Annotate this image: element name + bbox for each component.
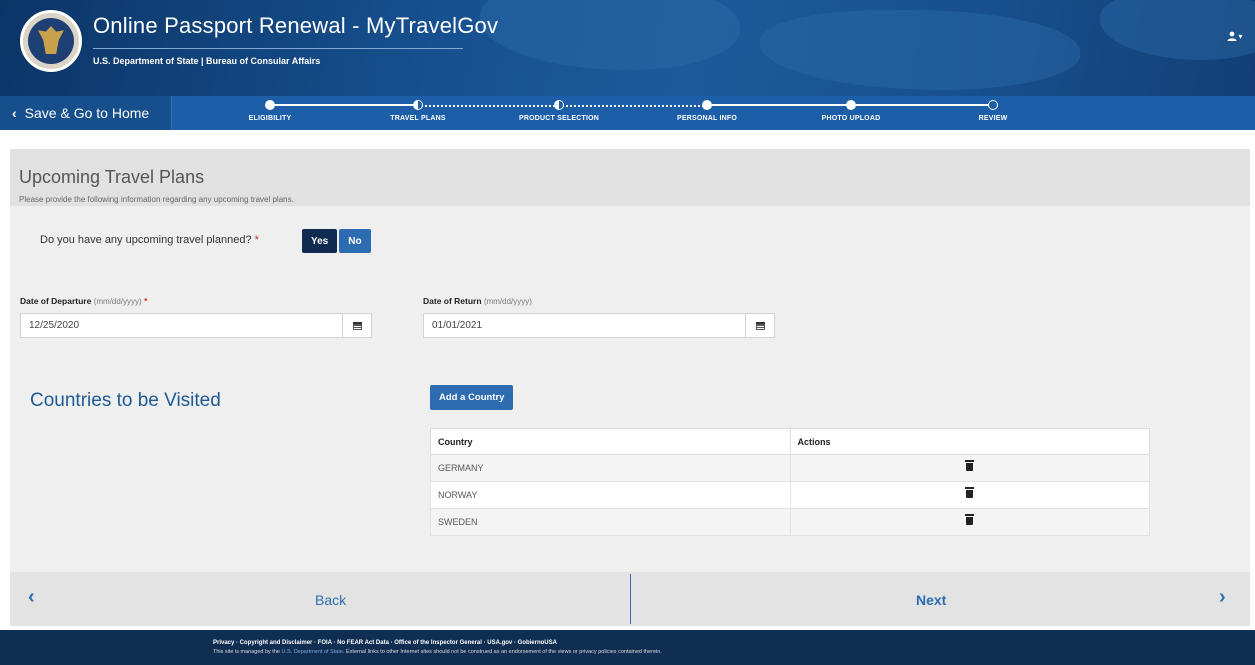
next-label: Next bbox=[916, 592, 947, 608]
step-photo-upload-dot[interactable] bbox=[846, 100, 856, 110]
return-date-value[interactable]: 01/01/2021 bbox=[424, 320, 745, 331]
countries-heading: Countries to be Visited bbox=[30, 390, 221, 411]
chevron-left-icon: ‹ bbox=[12, 105, 17, 121]
delete-trash-icon[interactable] bbox=[965, 487, 975, 498]
step-label-personal-info[interactable]: PERSONAL INFO bbox=[677, 115, 737, 122]
calendar-icon bbox=[755, 321, 765, 330]
step-label-product-selection[interactable]: PRODUCT SELECTION bbox=[519, 115, 599, 122]
step-label-review[interactable]: REVIEW bbox=[979, 115, 1008, 122]
actions-cell bbox=[789, 508, 1150, 536]
departure-format-hint: (mm/dd/yyyy) bbox=[93, 297, 142, 306]
step-product-selection-dot[interactable] bbox=[554, 100, 564, 110]
step-eligibility-dot[interactable] bbox=[265, 100, 275, 110]
required-marker: * bbox=[144, 296, 148, 306]
calendar-icon bbox=[352, 321, 362, 330]
page-description: Please provide the following information… bbox=[19, 195, 294, 204]
footer-note-prefix: This site is managed by the bbox=[213, 649, 280, 655]
yes-button[interactable]: Yes bbox=[302, 229, 338, 253]
chevron-down-icon: ▾ bbox=[1238, 31, 1243, 41]
travel-question: Do you have any upcoming travel planned?… bbox=[40, 234, 259, 246]
save-and-go-home-button[interactable]: ‹ Save & Go to Home bbox=[0, 96, 172, 130]
map-background bbox=[480, 0, 740, 70]
map-background bbox=[760, 10, 1080, 90]
footer-links[interactable]: Privacy · Copyright and Disclaimer · FOI… bbox=[213, 640, 557, 646]
column-header-country: Country bbox=[430, 428, 791, 455]
step-review-dot[interactable] bbox=[988, 100, 998, 110]
app-subtitle: U.S. Department of State | Bureau of Con… bbox=[93, 56, 321, 66]
next-button[interactable]: Next › bbox=[631, 572, 1250, 626]
site-header: Online Passport Renewal - MyTravelGov U.… bbox=[0, 0, 1255, 96]
page-root: Online Passport Renewal - MyTravelGov U.… bbox=[0, 0, 1255, 665]
column-header-actions: Actions bbox=[789, 428, 1150, 455]
back-label: Back bbox=[315, 592, 347, 608]
bottom-navigation: ‹ Back Next › bbox=[10, 572, 1250, 626]
footer-department-link[interactable]: U.S. Department of State bbox=[281, 649, 342, 655]
return-label-text: Date of Return bbox=[423, 296, 482, 306]
step-label-eligibility[interactable]: ELIGIBILITY bbox=[249, 115, 292, 122]
table-row: NORWAY bbox=[430, 481, 1150, 509]
step-connector bbox=[418, 105, 559, 107]
step-personal-info-dot[interactable] bbox=[702, 100, 712, 110]
return-label: Date of Return (mm/dd/yyyy) bbox=[423, 296, 532, 306]
section-header: Upcoming Travel Plans Please provide the… bbox=[10, 149, 1250, 206]
title-divider bbox=[93, 48, 463, 49]
actions-cell bbox=[789, 454, 1150, 482]
app-title: Online Passport Renewal - MyTravelGov bbox=[93, 13, 499, 38]
delete-trash-icon[interactable] bbox=[965, 514, 975, 525]
required-marker: * bbox=[254, 234, 259, 246]
site-footer: Privacy · Copyright and Disclaimer · FOI… bbox=[0, 630, 1255, 665]
delete-trash-icon[interactable] bbox=[965, 460, 975, 471]
chevron-left-icon: ‹ bbox=[28, 586, 35, 608]
step-travel-plans-dot[interactable] bbox=[413, 100, 423, 110]
table-header-row: Country Actions bbox=[430, 428, 1150, 455]
step-label-photo-upload[interactable]: PHOTO UPLOAD bbox=[822, 115, 881, 122]
departure-label-text: Date of Departure bbox=[20, 296, 92, 306]
footer-disclaimer: This site is managed by the U.S. Departm… bbox=[213, 649, 662, 655]
departure-date-field[interactable]: 12/25/2020 bbox=[20, 313, 372, 338]
country-cell: SWEDEN bbox=[430, 508, 791, 536]
add-country-button[interactable]: Add a Country bbox=[430, 385, 514, 410]
save-home-label: Save & Go to Home bbox=[24, 105, 150, 121]
step-connector bbox=[270, 104, 418, 106]
footer-note-suffix: . External links to other Internet sites… bbox=[342, 649, 662, 655]
no-button[interactable]: No bbox=[339, 229, 371, 253]
departure-label: Date of Departure (mm/dd/yyyy) * bbox=[20, 296, 147, 306]
travel-question-text: Do you have any upcoming travel planned? bbox=[40, 234, 252, 246]
department-seal-logo bbox=[20, 10, 82, 72]
return-format-hint: (mm/dd/yyyy) bbox=[483, 297, 532, 306]
back-button[interactable]: ‹ Back bbox=[10, 572, 630, 626]
departure-calendar-button[interactable] bbox=[342, 314, 371, 337]
progress-navbar: ‹ Save & Go to Home ELIGIBILITY TRAVEL P… bbox=[0, 96, 1255, 130]
step-label-travel-plans[interactable]: TRAVEL PLANS bbox=[390, 115, 445, 122]
chevron-right-icon: › bbox=[1219, 586, 1226, 608]
country-cell: GERMANY bbox=[430, 454, 791, 482]
page-title: Upcoming Travel Plans bbox=[19, 167, 205, 187]
table-row: GERMANY bbox=[430, 454, 1150, 482]
return-date-field[interactable]: 01/01/2021 bbox=[423, 313, 775, 338]
step-connector bbox=[559, 105, 707, 107]
country-cell: NORWAY bbox=[430, 481, 791, 509]
travel-plans-form: Upcoming Travel Plans Please provide the… bbox=[10, 149, 1250, 625]
user-icon bbox=[1227, 31, 1237, 41]
actions-cell bbox=[789, 481, 1150, 509]
travel-toggle: Yes No bbox=[302, 229, 371, 253]
departure-date-value[interactable]: 12/25/2020 bbox=[21, 320, 342, 331]
user-menu-button[interactable]: ▾ bbox=[1225, 26, 1245, 46]
table-row: SWEDEN bbox=[430, 508, 1150, 536]
countries-table: Country Actions GERMANY NORWAY SWEDEN bbox=[430, 428, 1150, 536]
return-calendar-button[interactable] bbox=[745, 314, 774, 337]
